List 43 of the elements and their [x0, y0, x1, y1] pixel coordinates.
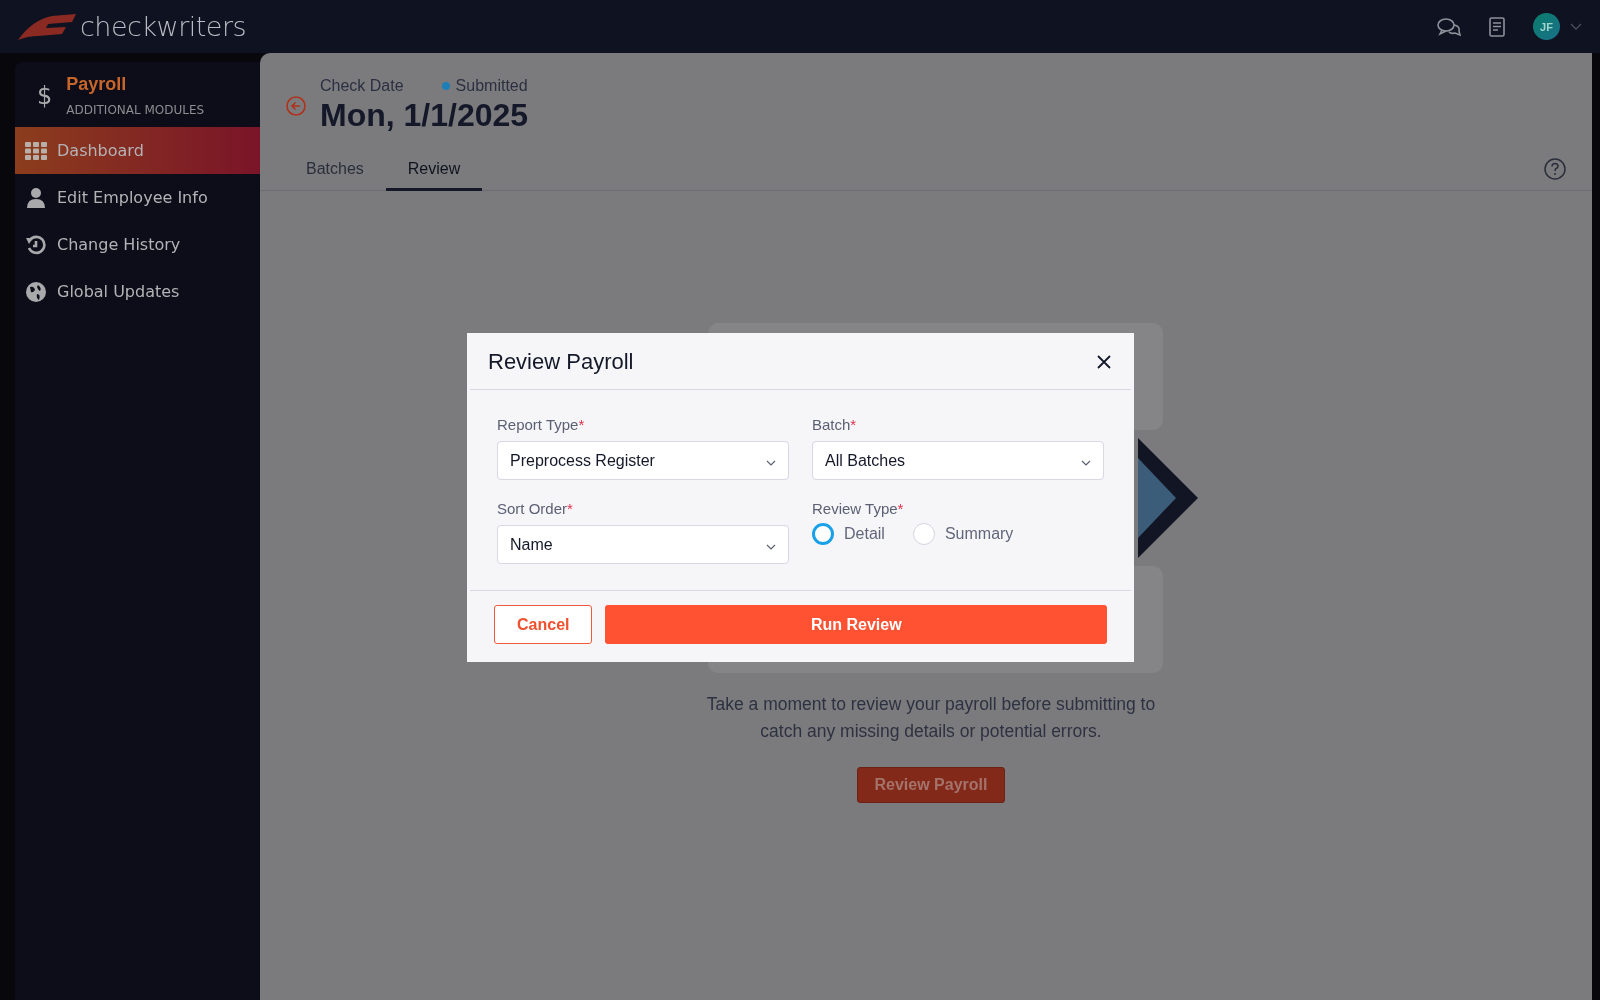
tab[interactable]: Review [385, 152, 483, 191]
dropdown-field[interactable]: Preprocess Register [497, 441, 789, 480]
history-icon [26, 234, 46, 255]
close-icon[interactable] [1097, 355, 1111, 369]
user-avatar[interactable]: JF [1533, 13, 1560, 40]
document-icon[interactable] [1489, 16, 1505, 37]
grid-icon [25, 141, 47, 160]
sidebar-item[interactable]: Edit Employee Info [15, 174, 260, 221]
check-date-label: Check Date [320, 77, 404, 95]
radio-option[interactable]: Detail [812, 523, 885, 545]
help-icon[interactable] [1544, 158, 1566, 180]
radio-button[interactable] [912, 523, 935, 545]
dropdown-field[interactable]: All Batches [812, 441, 1104, 480]
check-date: Mon, 1/1/2025 [320, 97, 529, 134]
radio-option[interactable]: Summary [912, 523, 1014, 545]
run-review-button[interactable]: Run Review [605, 605, 1107, 644]
chevron-down-icon [1081, 459, 1091, 466]
status-dot-icon [441, 82, 450, 90]
status-label: Submitted [455, 77, 528, 95]
field-label: Review Type* [812, 500, 905, 517]
chat-icon[interactable] [1437, 16, 1461, 37]
field-label: Batch* [812, 416, 858, 433]
dialog-title: Review Payroll [488, 349, 634, 375]
chevron-down-icon[interactable] [1570, 23, 1582, 30]
module-subtitle[interactable]: ADDITIONAL MODULES [66, 103, 205, 117]
sidebar-item[interactable]: Dashboard [15, 127, 260, 174]
cancel-button[interactable]: Cancel [494, 605, 593, 644]
dollar-icon: $ [37, 81, 53, 110]
logo-icon [18, 13, 76, 40]
tab[interactable]: Batches [284, 152, 386, 191]
field-label: Report Type* [497, 416, 586, 433]
chevron-down-icon [766, 543, 776, 550]
sidebar-item[interactable]: Change History [15, 221, 260, 268]
dropdown-field[interactable]: Name [497, 525, 789, 564]
person-icon [27, 187, 45, 208]
globe-icon [26, 281, 46, 302]
field-label: Sort Order* [497, 500, 574, 517]
review-message: Take a moment to review your payroll before submitting to catch any missing details or potential errors. [705, 693, 1157, 743]
chevron-down-icon [766, 459, 776, 466]
module-title[interactable]: Payroll [66, 74, 205, 95]
logo-text: checkwriters [80, 11, 247, 42]
radio-button[interactable] [812, 523, 834, 545]
sidebar-item[interactable]: Global Updates [15, 268, 260, 315]
